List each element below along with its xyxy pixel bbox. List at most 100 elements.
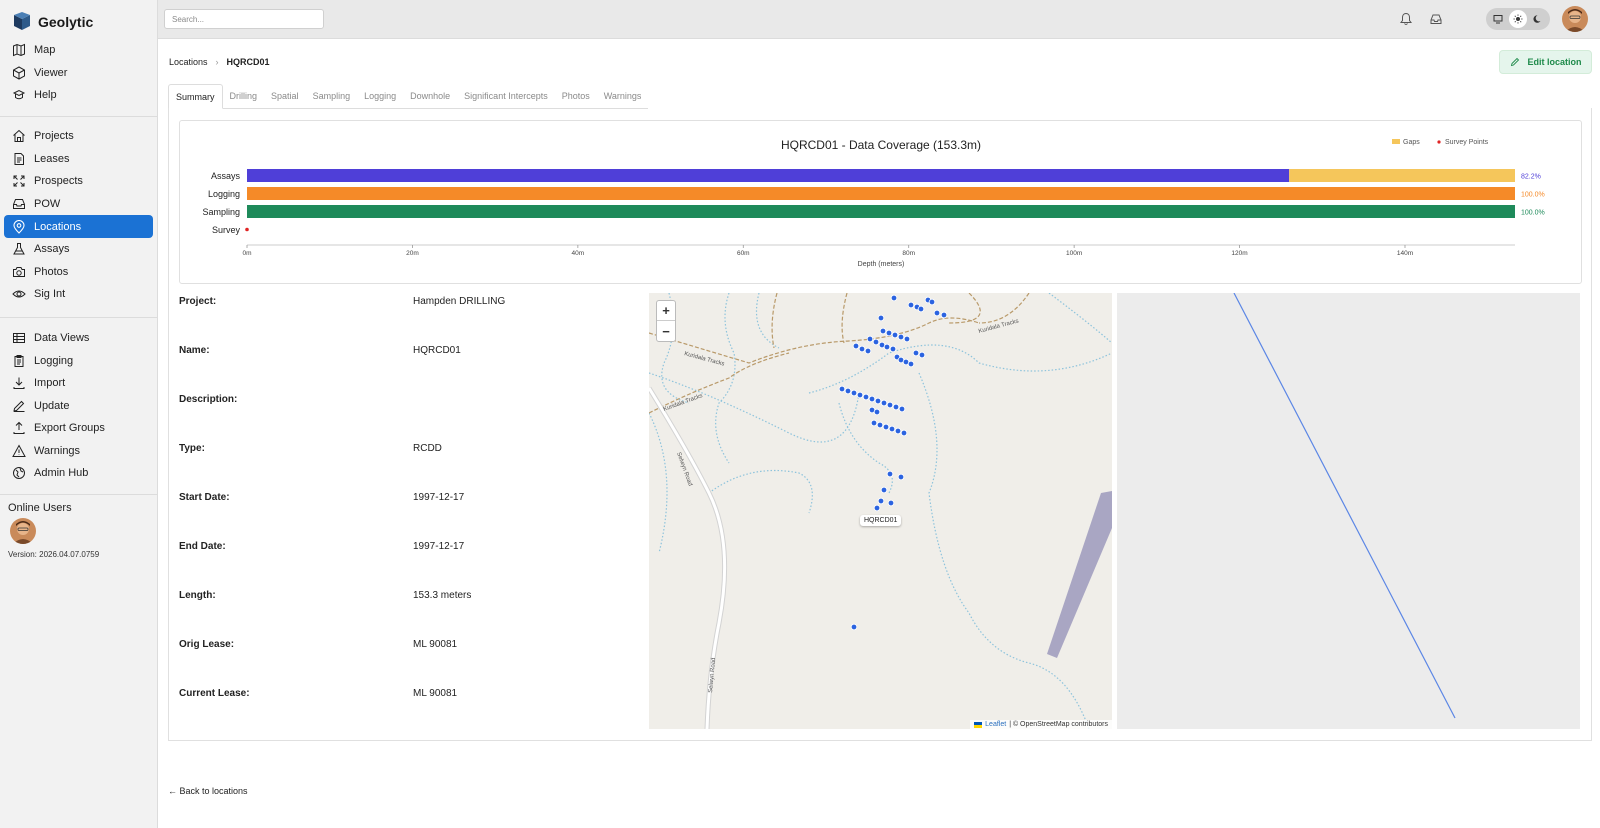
row-label-logging: Logging <box>208 189 240 199</box>
row-label-assays: Assays <box>211 171 241 181</box>
search-input[interactable] <box>164 9 324 29</box>
detail-label: Name: <box>179 345 210 356</box>
app-logo[interactable]: Geolytic <box>12 12 93 32</box>
inbox-icon[interactable] <box>1429 12 1443 26</box>
bell-icon[interactable] <box>1399 12 1413 26</box>
coverage-bar-logging <box>247 187 1515 200</box>
tab-sampling[interactable]: Sampling <box>306 84 358 109</box>
detail-label: End Date: <box>179 541 226 552</box>
road-label: Selwyn Road <box>708 657 717 693</box>
sidebar-item-label: Viewer <box>34 66 68 79</box>
theme-light-option[interactable] <box>1509 10 1527 28</box>
location-map[interactable]: Kuridala Tracks Kuridala Tracks Kuridala… <box>649 293 1112 729</box>
x-tick-label: 20m <box>406 250 419 257</box>
track-label: Kuridala Tracks <box>978 318 1020 335</box>
tab-summary[interactable]: Summary <box>168 84 223 109</box>
x-tick-label: 0m <box>242 250 251 257</box>
theme-system-option[interactable] <box>1489 10 1507 28</box>
detail-value: ML 90081 <box>413 688 458 699</box>
tab-drilling[interactable]: Drilling <box>223 84 265 109</box>
legend-survey-points-marker <box>1437 140 1441 144</box>
sidebar-item-locations[interactable]: Locations <box>4 215 153 238</box>
sidebar-item-label: Warnings <box>34 444 81 457</box>
legend-gaps-label: Gaps <box>1403 139 1420 146</box>
sidebar-item-photos[interactable]: Photos <box>4 261 153 284</box>
sidebar-item-logging[interactable]: Logging <box>4 350 153 373</box>
help-icon <box>12 90 26 100</box>
location-pin-icon <box>13 219 25 234</box>
data-coverage-chart: HQRCD01 - Data Coverage (153.3m) Gaps Surv… <box>179 120 1582 284</box>
sidebar-item-leases[interactable]: Leases <box>4 148 153 171</box>
sidebar-item-import[interactable]: Import <box>4 372 153 395</box>
sidebar-item-data-views[interactable]: Data Views <box>4 327 153 350</box>
sidebar-item-label: Import <box>34 377 66 390</box>
sidebar-item-label: Data Views <box>34 332 90 345</box>
nav-group-tools: Data Views Logging Import Update Export Grou… <box>4 327 153 485</box>
sidebar-item-map[interactable]: Map <box>4 39 153 62</box>
warning-icon <box>12 444 26 457</box>
tab-downhole[interactable]: Downhole <box>403 84 457 109</box>
sidebar-item-pow[interactable]: POW <box>4 193 153 216</box>
sidebar-item-label: Leases <box>34 152 70 165</box>
sidebar-item-projects[interactable]: Projects <box>4 125 153 148</box>
sidebar-item-help[interactable]: Help <box>4 84 153 107</box>
detail-label: Length: <box>179 590 216 601</box>
x-tick-label: 100m <box>1066 250 1082 257</box>
nav-group-main: Map Viewer Help <box>4 39 153 107</box>
online-user-avatar[interactable] <box>10 518 36 544</box>
moon-icon <box>1533 15 1541 23</box>
sidebar-item-sig-int[interactable]: Sig Int <box>4 283 153 306</box>
nav-divider <box>0 494 158 495</box>
sidebar-item-warnings[interactable]: Warnings <box>4 440 153 463</box>
tab-logging[interactable]: Logging <box>357 84 403 109</box>
x-tick-label: 80m <box>902 250 915 257</box>
pencil-icon <box>1510 57 1519 67</box>
back-to-locations-link[interactable]: ← Back to locations <box>168 786 248 796</box>
sidebar-item-prospects[interactable]: Prospects <box>4 170 153 193</box>
chart-title: HQRCD01 - Data Coverage (153.3m) <box>781 138 981 152</box>
sidebar-item-assays[interactable]: Assays <box>4 238 153 261</box>
sidebar-item-label: Assays <box>34 243 70 256</box>
table-icon <box>13 333 25 344</box>
detail-value: RCDD <box>413 443 442 454</box>
sidebar-item-label: POW <box>34 197 61 210</box>
theme-toggle[interactable] <box>1486 8 1550 30</box>
drillhole-3d-view[interactable] <box>1117 293 1580 729</box>
detail-label: Type: <box>179 443 205 454</box>
monitor-icon <box>1493 15 1503 24</box>
sidebar-item-label: Prospects <box>34 175 83 188</box>
nav-divider <box>0 317 158 318</box>
zoom-in-button[interactable]: + <box>657 301 675 321</box>
tab-photos[interactable]: Photos <box>555 84 597 109</box>
zoom-out-button[interactable]: − <box>657 321 675 341</box>
coverage-percent-sampling: 100.0% <box>1521 210 1545 217</box>
sidebar-item-viewer[interactable]: Viewer <box>4 62 153 85</box>
user-avatar[interactable] <box>1562 6 1588 32</box>
sidebar-item-admin-hub[interactable]: Admin Hub <box>4 462 153 485</box>
top-bar <box>158 0 1600 39</box>
sidebar-item-export-groups[interactable]: Export Groups <box>4 417 153 440</box>
coverage-chart-svg: HQRCD01 - Data Coverage (153.3m) Gaps Surv… <box>202 138 1545 268</box>
row-label-sampling: Sampling <box>202 207 240 217</box>
theme-dark-option[interactable] <box>1529 10 1547 28</box>
detail-value: 153.3 meters <box>413 590 472 601</box>
edit-icon <box>13 400 25 412</box>
online-users-title: Online Users <box>8 502 72 514</box>
eye-icon <box>12 290 26 298</box>
tab-significant-intercepts[interactable]: Significant Intercepts <box>457 84 555 109</box>
sidebar-item-label: Photos <box>34 265 69 278</box>
breadcrumb-locations-link[interactable]: Locations <box>169 57 208 67</box>
sun-icon <box>1513 14 1523 24</box>
tab-warnings[interactable]: Warnings <box>597 84 649 109</box>
sidebar-item-update[interactable]: Update <box>4 395 153 418</box>
edit-location-button[interactable]: Edit location <box>1499 50 1592 74</box>
leaflet-link[interactable]: Leaflet <box>985 721 1006 728</box>
breadcrumb-chevron-icon: › <box>215 57 219 67</box>
ukraine-flag-icon <box>974 721 983 728</box>
tab-spatial[interactable]: Spatial <box>264 84 306 109</box>
edit-location-label: Edit location <box>1527 57 1582 67</box>
map-location-label: HQRCD01 <box>860 515 902 526</box>
sidebar-item-label: Map <box>34 44 56 57</box>
x-tick-label: 120m <box>1231 250 1247 257</box>
nav-group-data: Projects Leases Prospects POW Locations Assay… <box>4 125 153 306</box>
